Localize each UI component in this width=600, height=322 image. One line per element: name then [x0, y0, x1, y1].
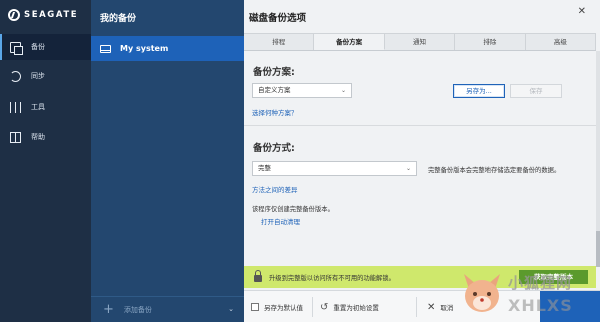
chevron-down-icon: ⌄ [340, 87, 346, 94]
tools-icon [10, 101, 21, 113]
reset-label: 重置为初始设置 [333, 304, 379, 312]
add-backup-label: 添加备份 [123, 305, 152, 314]
nav-item-label: 同步 [31, 72, 45, 80]
tab-schedule[interactable]: 排程 [244, 34, 315, 50]
method-description: 完整备份版本会完整地存储选定要备份的数据。 [428, 167, 561, 174]
tab-exclusions[interactable]: 排除 [455, 34, 526, 50]
section-divider [244, 125, 596, 126]
nav-item-backup[interactable]: 备份 [0, 34, 91, 60]
scheme-select-value: 自定义方案 [258, 86, 291, 94]
save-default-checkbox[interactable]: 另存为默认值 [251, 291, 303, 322]
fox-mascot-icon [464, 274, 500, 312]
cancel-button[interactable]: ✕ 取消 [427, 291, 453, 322]
nav-item-sync[interactable]: 同步 [0, 63, 91, 89]
auto-cleanup-link[interactable]: 打开自动清理 [261, 216, 300, 226]
method-select-value: 完整 [258, 164, 271, 172]
method-select[interactable]: 完整 ⌄ [252, 161, 417, 176]
backup-icon [10, 41, 23, 55]
nav-item-label: 工具 [31, 103, 45, 111]
logo-text: SEAGATE [24, 10, 79, 20]
seagate-logo-icon [8, 9, 20, 21]
tab-advanced[interactable]: 高级 [526, 34, 597, 50]
cancel-label: 取消 [440, 304, 454, 312]
save-as-button[interactable]: 另存为... [453, 84, 505, 98]
drive-icon [100, 44, 111, 53]
scheme-select[interactable]: 自定义方案 ⌄ [252, 83, 352, 98]
save-default-label: 另存为默认值 [264, 304, 303, 312]
sync-icon [10, 70, 21, 82]
close-icon[interactable]: ✕ [578, 6, 586, 17]
tab-backup-scheme[interactable]: 备份方案 [314, 34, 385, 50]
seagate-logo: SEAGATE [8, 9, 78, 21]
tab-notifications[interactable]: 通知 [385, 34, 456, 50]
which-scheme-link[interactable]: 选择何种方案？ [252, 107, 298, 117]
chevron-down-icon: ⌄ [405, 165, 411, 172]
plus-icon: + [103, 302, 114, 317]
upgrade-banner-text: 升级到完整版以访问所有不可用的功能解锁。 [269, 274, 395, 282]
nav-item-label: 备份 [31, 43, 45, 51]
nav-item-label: 帮助 [31, 133, 45, 141]
add-backup-button[interactable]: + 添加备份 ⌄ [91, 296, 244, 322]
dialog-title: 磁盘备份选项 [249, 13, 307, 24]
tab-bar: 排程 备份方案 通知 排除 高级 [244, 33, 597, 51]
watermark: 小狐狸网 XHLXS [456, 270, 600, 322]
watermark-url: XHLXS [508, 296, 573, 315]
reset-icon: ↺ [320, 301, 329, 313]
full-only-note: 该程序仅创建完整备份版本。 [252, 206, 334, 213]
backup-item-my-system[interactable]: My system [91, 36, 244, 61]
lock-icon [254, 270, 262, 282]
nav-item-help[interactable]: 帮助 [0, 124, 91, 150]
checkbox-icon [251, 303, 259, 311]
close-icon: ✕ [427, 301, 436, 313]
reset-button[interactable]: ↺ 重置为初始设置 [320, 291, 379, 322]
save-button[interactable]: 保存 [510, 84, 562, 98]
method-differences-link[interactable]: 方法之间的差异 [252, 184, 298, 194]
watermark-text: 小狐狸网 [508, 274, 573, 292]
separator [312, 297, 313, 317]
scheme-section-title: 备份方案: [253, 67, 295, 78]
chevron-down-icon[interactable]: ⌄ [228, 305, 234, 313]
backup-item-label: My system [120, 44, 169, 53]
backup-list-title: 我的备份 [100, 14, 137, 24]
backup-list-panel: 我的备份 My system + 添加备份 ⌄ [91, 0, 244, 322]
help-icon [10, 131, 21, 143]
main-nav: SEAGATE 备份 同步 工具 帮助 [0, 0, 91, 322]
method-section-title: 备份方式: [253, 143, 295, 154]
nav-item-tools[interactable]: 工具 [0, 94, 91, 120]
separator [416, 297, 417, 317]
scrollbar-thumb[interactable] [596, 231, 600, 267]
scrollbar[interactable] [596, 51, 600, 267]
